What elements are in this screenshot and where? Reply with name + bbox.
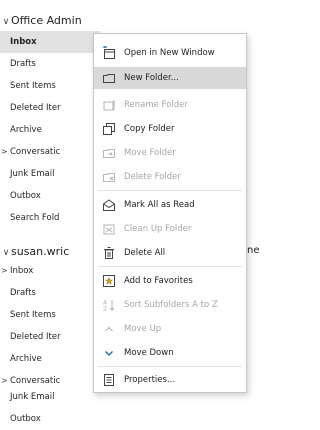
chevron-right-icon[interactable]: >	[1, 141, 8, 163]
folder-label: Deleted Iter	[10, 103, 61, 113]
account-name: susan.wric	[11, 245, 70, 258]
menu-divider	[98, 366, 242, 367]
folder-item-conversation-history[interactable]: > Conversatic	[0, 141, 100, 163]
menu-item-mark-all-read[interactable]: Mark All as Read	[94, 194, 246, 216]
delete-folder-icon	[102, 170, 116, 184]
folder-item-search-folders[interactable]: Search Fold	[0, 207, 100, 229]
menu-item-label: Sort Subfolders A to Z	[124, 300, 218, 310]
favorites-icon	[102, 274, 116, 288]
folder-label: Sent Items	[10, 81, 56, 91]
folder-label: Conversatic	[10, 376, 61, 386]
folder-label: Outbox	[10, 414, 41, 424]
menu-item-label: Rename Folder	[124, 100, 188, 110]
menu-item-copy-folder[interactable]: Copy Folder	[94, 118, 246, 140]
folder-item-sent-items-2[interactable]: Sent Items	[0, 304, 100, 326]
folder-label: Drafts	[10, 288, 36, 298]
folder-label: Sent Items	[10, 310, 56, 320]
open-window-icon	[102, 46, 116, 60]
menu-item-delete-all[interactable]: Delete All	[94, 242, 246, 264]
folder-label: Archive	[10, 125, 42, 135]
menu-divider	[98, 266, 242, 267]
menu-item-label: Move Up	[124, 324, 162, 334]
menu-item-rename-folder[interactable]: Rename Folder	[94, 94, 246, 116]
svg-text:Z: Z	[103, 306, 107, 312]
account-name-overflow: ne	[247, 245, 260, 256]
properties-icon	[102, 373, 116, 387]
mark-read-icon	[102, 198, 116, 212]
folder-pane: ∨ Office Admin Inbox Drafts Sent Items De…	[0, 0, 260, 430]
sort-az-icon: AZ	[102, 298, 116, 312]
folder-item-sent-items[interactable]: Sent Items	[0, 75, 100, 97]
folder-label: Junk Email	[10, 169, 55, 179]
folder-context-menu: Open in New Window New Folder... Rename …	[93, 33, 247, 393]
move-down-icon	[102, 346, 116, 360]
menu-item-new-folder[interactable]: New Folder...	[94, 67, 246, 89]
move-up-icon	[102, 322, 116, 336]
folder-item-deleted-items[interactable]: Deleted Iter	[0, 97, 100, 119]
menu-item-label: Clean Up Folder	[124, 224, 192, 234]
folder-item-drafts[interactable]: Drafts	[0, 53, 100, 75]
menu-item-move-folder[interactable]: Move Folder	[94, 142, 246, 164]
folder-label: Deleted Iter	[10, 332, 61, 342]
menu-item-label: Open in New Window	[124, 48, 215, 58]
folder-label: Archive	[10, 354, 42, 364]
folder-item-deleted-items-2[interactable]: Deleted Iter	[0, 326, 100, 348]
folder-item-drafts-2[interactable]: Drafts	[0, 282, 100, 304]
move-folder-icon	[102, 146, 116, 160]
menu-item-label: Delete Folder	[124, 172, 181, 182]
menu-item-label: Mark All as Read	[124, 200, 195, 210]
folder-item-outbox-2[interactable]: Outbox	[0, 408, 100, 430]
chevron-right-icon[interactable]: >	[1, 260, 8, 282]
account-header-susan[interactable]: ∨ susan.wric	[0, 242, 70, 262]
copy-folder-icon	[102, 122, 116, 136]
clean-up-icon	[102, 222, 116, 236]
folder-label: Outbox	[10, 191, 41, 201]
folder-label: Inbox	[10, 37, 37, 47]
folder-item-junk-email-2[interactable]: Junk Email	[0, 386, 100, 408]
menu-item-open-new-window[interactable]: Open in New Window	[94, 42, 246, 64]
folder-item-inbox[interactable]: Inbox	[0, 31, 100, 53]
folder-label: Drafts	[10, 59, 36, 69]
chevron-down-icon[interactable]: ∨	[1, 12, 11, 32]
menu-item-delete-folder[interactable]: Delete Folder	[94, 166, 246, 188]
account-header-office-admin[interactable]: ∨ Office Admin	[0, 11, 82, 31]
menu-item-add-to-favorites[interactable]: Add to Favorites	[94, 270, 246, 292]
menu-divider	[98, 190, 242, 191]
folder-label: Junk Email	[10, 392, 55, 402]
folder-label: Search Fold	[10, 213, 60, 223]
menu-item-clean-up-folder[interactable]: Clean Up Folder	[94, 218, 246, 240]
folder-item-outbox[interactable]: Outbox	[0, 185, 100, 207]
folder-item-archive[interactable]: Archive	[0, 119, 100, 141]
new-folder-icon	[102, 71, 116, 85]
folder-item-junk-email[interactable]: Junk Email	[0, 163, 100, 185]
menu-item-label: Delete All	[124, 248, 166, 258]
delete-all-icon	[102, 246, 116, 260]
account-name: Office Admin	[11, 14, 82, 27]
menu-item-sort-subfolders[interactable]: AZ Sort Subfolders A to Z	[94, 294, 246, 316]
folder-item-inbox-2[interactable]: > Inbox	[0, 260, 100, 282]
menu-item-label: Copy Folder	[124, 124, 175, 134]
menu-item-label: New Folder...	[124, 73, 179, 83]
folder-item-archive-2[interactable]: Archive	[0, 348, 100, 370]
rename-folder-icon	[102, 98, 116, 112]
folder-label: Conversatic	[10, 147, 61, 157]
menu-item-label: Move Folder	[124, 148, 176, 158]
folder-label: Inbox	[10, 266, 34, 276]
menu-item-properties[interactable]: Properties...	[94, 369, 246, 391]
menu-item-label: Move Down	[124, 348, 174, 358]
menu-item-move-up[interactable]: Move Up	[94, 318, 246, 340]
menu-item-label: Properties...	[124, 375, 176, 385]
menu-item-move-down[interactable]: Move Down	[94, 342, 246, 364]
menu-item-label: Add to Favorites	[124, 276, 193, 286]
